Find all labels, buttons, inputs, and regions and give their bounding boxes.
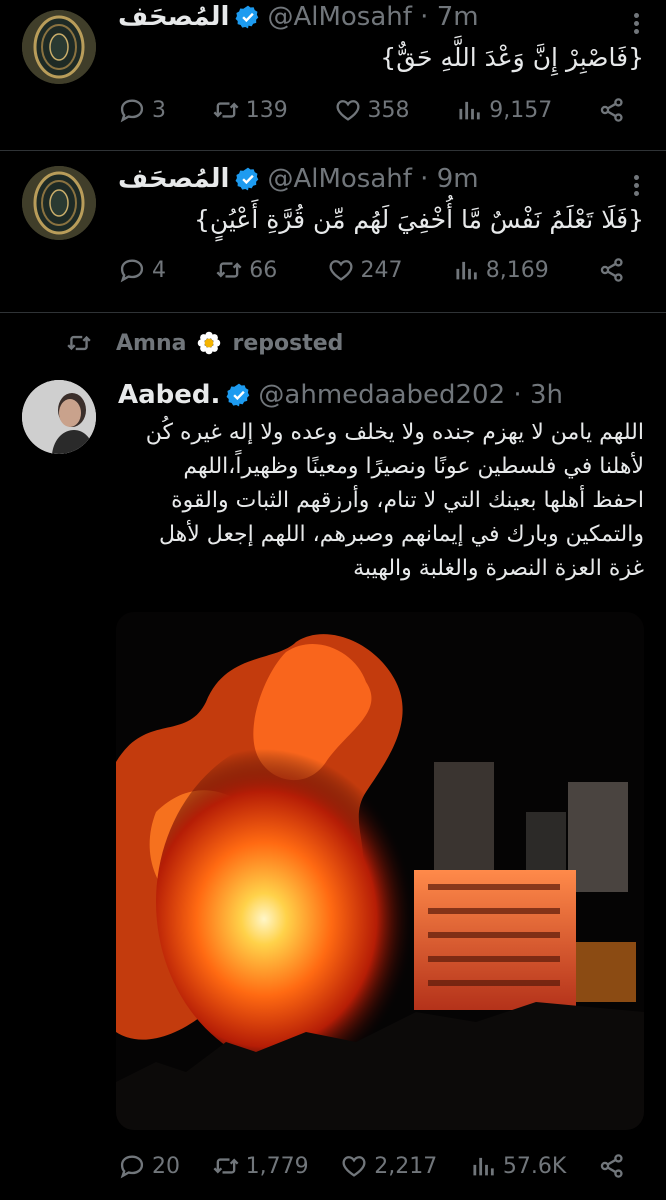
views-button[interactable]: 8,169 [452, 256, 549, 284]
views-chart-icon [456, 261, 477, 280]
tweet-text-line: والتمكين وبارك في إيمانهم وصبرهم، اللهم … [158, 522, 644, 547]
tweet-media-image[interactable] [116, 612, 644, 1130]
verified-badge-icon [235, 5, 259, 29]
like-count: 2,217 [374, 1153, 438, 1179]
handle[interactable]: @ahmedaabed202 [258, 380, 505, 410]
avatar[interactable] [22, 10, 96, 84]
reply-button[interactable]: 20 [118, 1152, 180, 1180]
repost-icon [212, 96, 240, 124]
like-count: 247 [360, 257, 403, 283]
display-name[interactable]: المُصحَف [118, 164, 229, 194]
repost-button[interactable]: 66 [215, 256, 277, 284]
more-options-icon[interactable] [634, 10, 640, 37]
dot-separator: · [411, 2, 437, 32]
views-button[interactable]: 9,157 [455, 96, 552, 124]
repost-label: reposted [232, 330, 344, 356]
handle[interactable]: @AlMosahf [267, 164, 411, 194]
heart-icon [327, 256, 355, 284]
reply-count: 20 [152, 1153, 180, 1179]
timestamp[interactable]: 3h [530, 380, 563, 410]
repost-icon [66, 330, 92, 356]
reply-button[interactable]: 4 [118, 256, 166, 284]
repost-indicator[interactable]: Amna reposted [66, 330, 343, 356]
heart-icon [340, 1152, 368, 1180]
share-icon [598, 96, 626, 124]
more-options-icon[interactable] [634, 172, 640, 199]
verified-badge-icon [235, 167, 259, 191]
like-button[interactable]: 358 [334, 96, 410, 124]
display-name[interactable]: Aabed. [118, 380, 220, 410]
repost-count: 139 [245, 97, 288, 123]
repost-icon [215, 256, 243, 284]
views-count: 9,157 [489, 97, 553, 123]
reply-button[interactable]: 3 [118, 96, 166, 124]
dot-separator: · [505, 380, 530, 410]
share-icon [598, 1152, 626, 1180]
repost-count: 1,779 [245, 1153, 309, 1179]
avatar[interactable] [22, 166, 96, 240]
reply-count: 4 [152, 257, 166, 283]
tweet-text-line: احفظ أهلها بعينك التي لا تنام، وأرزقهم ا… [171, 488, 644, 513]
divider [0, 150, 666, 151]
tweet-text: اللهم يامن لا يهزم جنده ولا يخلف وعده ول… [116, 416, 644, 586]
repost-button[interactable]: 1,779 [212, 1152, 309, 1180]
like-button[interactable]: 2,217 [340, 1152, 437, 1180]
tweet-2[interactable]: المُصحَف @AlMosahf · 9m {فَلَا تَعْلَمُ … [0, 152, 666, 310]
flower-emoji-icon [198, 331, 221, 355]
like-button[interactable]: 247 [327, 256, 403, 284]
tweet-text: {فَلَا تَعْلَمُ نَفْسٌ مَّا أُخْفِيَ لَه… [193, 205, 644, 234]
share-button[interactable] [598, 1152, 626, 1180]
tweet-text-line: غزة العزة النصرة والغلبة والهيبة [353, 556, 644, 581]
divider [0, 312, 666, 313]
like-count: 358 [367, 97, 410, 123]
share-button[interactable] [598, 256, 626, 284]
tweet-1[interactable]: المُصحَف @AlMosahf · 7m {فَاصْبِرْ إِنَّ… [0, 0, 666, 148]
repost-icon [212, 1152, 240, 1180]
tweet-text-line: لأهلنا في فلسطين عونًا ونصيرًا ومعينًا و… [183, 454, 644, 479]
share-icon [598, 256, 626, 284]
repost-count: 66 [249, 257, 278, 283]
views-count: 8,169 [485, 257, 549, 283]
tweet-text-line: اللهم يامن لا يهزم جنده ولا يخلف وعده ول… [145, 420, 644, 445]
reply-count: 3 [152, 97, 166, 123]
views-chart-icon [473, 1157, 494, 1176]
avatar[interactable] [22, 380, 96, 454]
tweet-text: {فَاصْبِرْ إِنَّ وَعْدَ اللَّهِ حَقٌّ} [380, 43, 644, 72]
timestamp[interactable]: 7m [437, 2, 479, 32]
views-count: 57.6K [502, 1153, 567, 1179]
handle[interactable]: @AlMosahf [267, 2, 411, 32]
reply-icon [118, 96, 146, 124]
reply-icon [118, 256, 146, 284]
display-name[interactable]: المُصحَف [118, 2, 229, 32]
verified-badge-icon [226, 383, 250, 407]
heart-icon [334, 96, 362, 124]
views-button[interactable]: 57.6K [469, 1152, 566, 1180]
repost-button[interactable]: 139 [212, 96, 288, 124]
dot-separator: · [411, 164, 437, 194]
views-chart-icon [459, 101, 480, 120]
reply-icon [118, 1152, 146, 1180]
reposter-name[interactable]: Amna [116, 331, 186, 356]
share-button[interactable] [598, 96, 626, 124]
timestamp[interactable]: 9m [437, 164, 479, 194]
